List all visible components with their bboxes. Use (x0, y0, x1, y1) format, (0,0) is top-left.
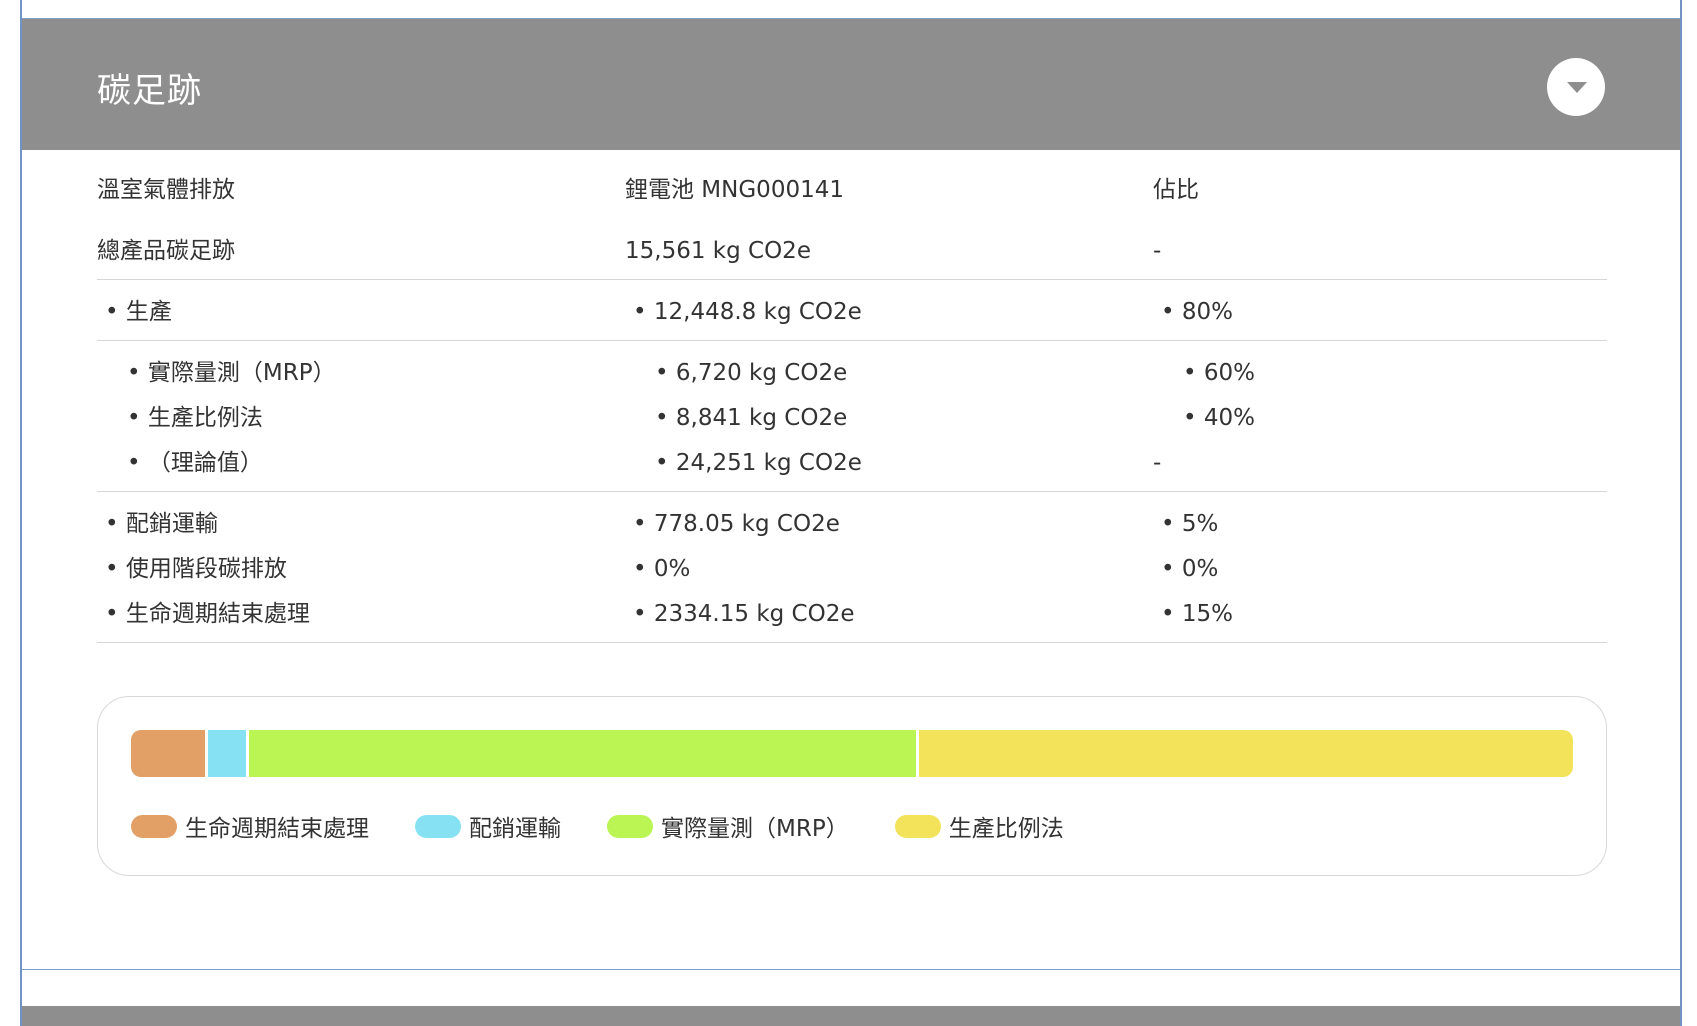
next-panel-header[interactable] (22, 1006, 1680, 1026)
total-share: - (1153, 238, 1162, 264)
mrp-share: 60% (1183, 353, 1255, 393)
table-row-use-phase: 使用階段碳排放 0% 0% (97, 549, 1607, 589)
legend-item: 實際量測（MRP） (607, 809, 849, 843)
total-label: 總產品碳足跡 (97, 238, 235, 264)
theoretical-label: （理論值） (127, 443, 263, 483)
distribution-value: 778.05 kg CO2e (633, 504, 840, 544)
legend-item: 生產比例法 (894, 809, 1064, 843)
stacked-bar (131, 730, 1573, 777)
use-phase-share: 0% (1161, 549, 1219, 589)
table-row-end-of-life: 生命週期結束處理 2334.15 kg CO2e 15% (97, 594, 1607, 634)
end-of-life-share: 15% (1161, 594, 1233, 634)
bar-segment-2 (246, 730, 916, 777)
production-ratio-value: 8,841 kg CO2e (655, 398, 847, 438)
legend-label: 配銷運輸 (469, 816, 561, 842)
table-row-production: 生產 12,448.8 kg CO2e 80% (97, 292, 1607, 332)
table-header-row: 溫室氣體排放 鋰電池 MNG000141 佔比 (97, 170, 1607, 210)
end-of-life-value: 2334.15 kg CO2e (633, 594, 855, 634)
use-phase-label: 使用階段碳排放 (105, 549, 287, 589)
legend-item: 生命週期結束處理 (131, 809, 369, 843)
production-ratio-label: 生產比例法 (127, 398, 263, 438)
bar-segment-0 (131, 730, 205, 777)
mrp-label: 實際量測（MRP） (127, 353, 336, 393)
distribution-share: 5% (1161, 504, 1219, 544)
total-value: 15,561 kg CO2e (625, 238, 811, 264)
header-share: 佔比 (1153, 177, 1199, 203)
legend-label: 實際量測（MRP） (661, 816, 849, 842)
divider (97, 279, 1607, 280)
table-row-total: 總產品碳足跡 15,561 kg CO2e - (97, 231, 1607, 271)
legend-label: 生產比例法 (948, 816, 1064, 842)
table-row-theoretical: （理論值） 24,251 kg CO2e - (97, 443, 1607, 483)
production-share: 80% (1161, 292, 1233, 332)
table-row-production-ratio: 生產比例法 8,841 kg CO2e 40% (97, 398, 1607, 438)
divider (97, 642, 1607, 643)
legend-swatch (415, 814, 461, 838)
chevron-down-icon[interactable] (1547, 58, 1605, 116)
theoretical-share: - (1153, 450, 1162, 476)
table-row-mrp: 實際量測（MRP） 6,720 kg CO2e 60% (97, 353, 1607, 393)
panel-title: 碳足跡 (97, 71, 202, 111)
legend-swatch (607, 814, 653, 838)
production-label: 生產 (105, 292, 172, 332)
production-ratio-share: 40% (1183, 398, 1255, 438)
divider (97, 340, 1607, 341)
panel-header[interactable]: 碳足跡 (22, 19, 1680, 150)
header-ghg-emissions: 溫室氣體排放 (97, 177, 235, 203)
header-product: 鋰電池 MNG000141 (625, 177, 844, 203)
bar-segment-1 (204, 730, 247, 777)
carbon-footprint-panel: 碳足跡 溫室氣體排放 鋰電池 MNG000141 佔比 總產品碳足跡 15,56… (22, 18, 1680, 970)
use-phase-value: 0% (633, 549, 691, 589)
distribution-label: 配銷運輸 (105, 504, 218, 544)
mrp-value: 6,720 kg CO2e (655, 353, 847, 393)
legend-swatch (894, 814, 941, 838)
bar-segment-3 (915, 730, 1573, 777)
divider (97, 491, 1607, 492)
chart-legend: 生命週期結束處理 配銷運輸 實際量測（MRP） 生產比例法 (131, 809, 1110, 843)
breakdown-chart: 生命週期結束處理 配銷運輸 實際量測（MRP） 生產比例法 (97, 696, 1607, 876)
table-row-distribution: 配銷運輸 778.05 kg CO2e 5% (97, 504, 1607, 544)
window-frame-right (1680, 0, 1682, 1026)
legend-label: 生命週期結束處理 (185, 816, 369, 842)
legend-swatch (131, 814, 177, 838)
theoretical-value: 24,251 kg CO2e (655, 443, 862, 483)
legend-item: 配銷運輸 (415, 809, 561, 843)
end-of-life-label: 生命週期結束處理 (105, 594, 310, 634)
production-value: 12,448.8 kg CO2e (633, 292, 862, 332)
